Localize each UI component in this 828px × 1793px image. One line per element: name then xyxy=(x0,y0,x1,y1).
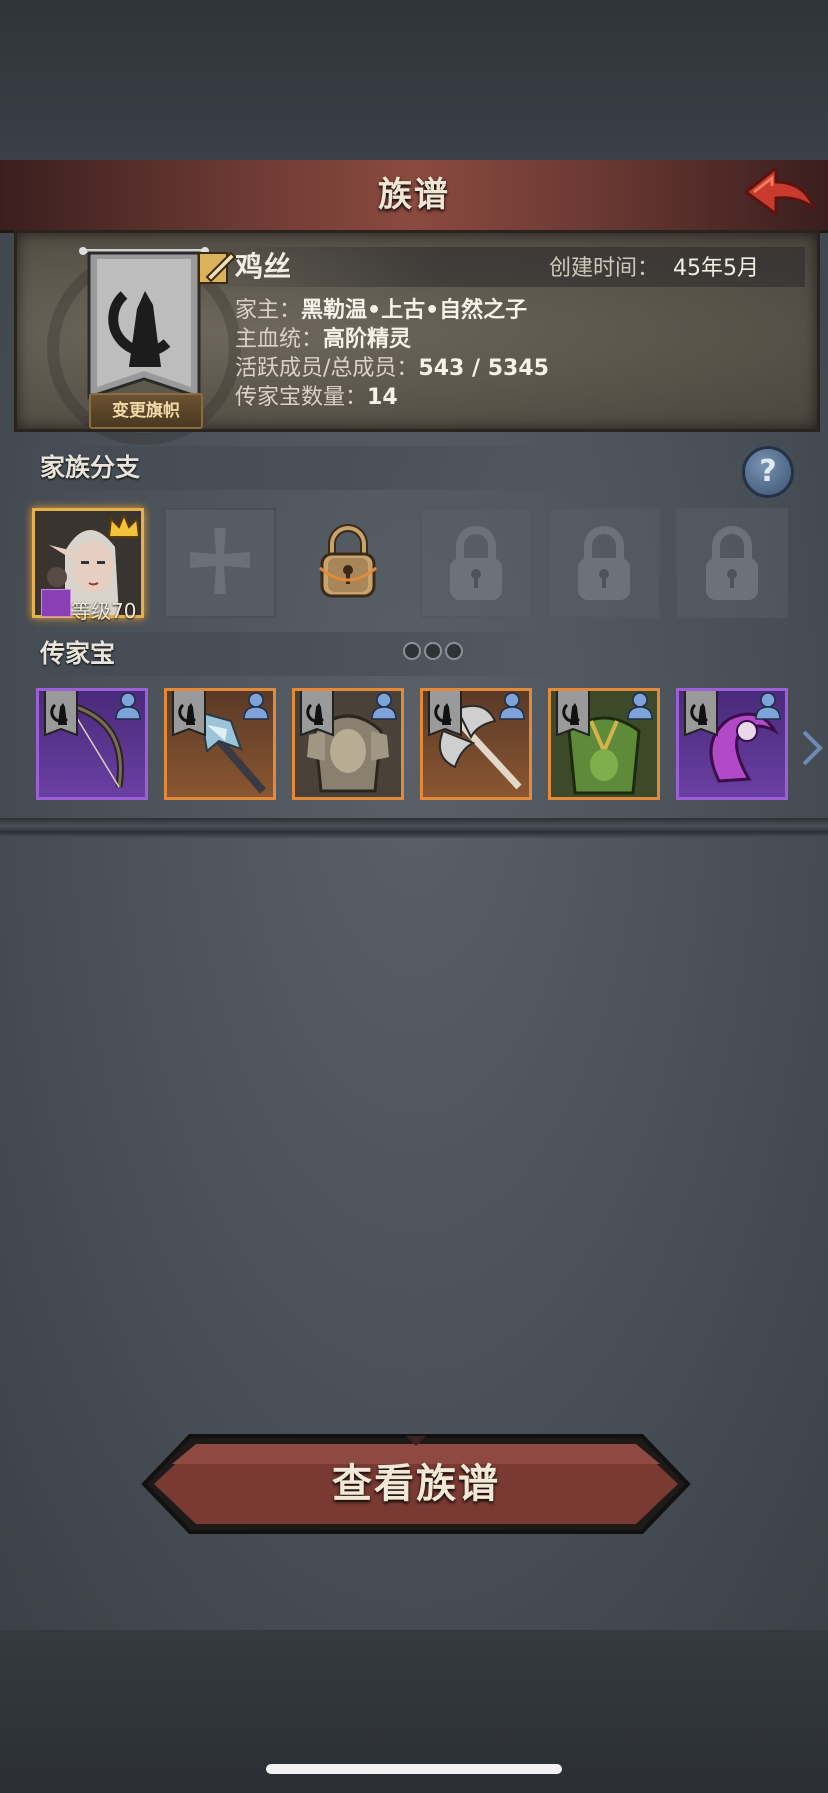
page-dots-indicator xyxy=(403,642,463,660)
help-button[interactable]: ? xyxy=(742,446,794,498)
branch-locked-slot xyxy=(548,508,660,618)
patriarch-row: 家主：黑勒温•上古•自然之子 xyxy=(235,298,528,323)
back-arrow-icon[interactable] xyxy=(740,162,820,224)
created-label: 创建时间： xyxy=(549,256,660,281)
branch-title: 家族分支 xyxy=(40,453,141,482)
heirloom-item[interactable] xyxy=(548,688,660,800)
banner-flag-icon xyxy=(556,691,590,737)
member-level: 等级70 xyxy=(71,599,137,623)
locked-padlock-icon xyxy=(450,526,502,600)
title-bar: 族谱 xyxy=(0,160,828,233)
members-row: 活跃成员/总成员：543 / 5345 xyxy=(235,356,549,381)
person-icon xyxy=(627,692,653,720)
banner-flag-icon xyxy=(172,691,206,737)
branch-member-slot[interactable]: 等级70 xyxy=(32,508,144,623)
iron-cross-icon xyxy=(190,528,250,594)
person-icon xyxy=(371,692,397,720)
home-indicator[interactable] xyxy=(266,1764,562,1774)
view-family-tree-button[interactable] xyxy=(140,1432,692,1536)
person-icon xyxy=(755,692,781,720)
locked-padlock-icon xyxy=(706,526,758,600)
top-background xyxy=(0,0,828,160)
clan-name: 鸡丝 xyxy=(235,250,292,283)
heirloom-item[interactable] xyxy=(292,688,404,800)
page-title: 族谱 xyxy=(378,175,450,215)
branch-locked-slot xyxy=(676,508,788,618)
banner-flag-icon xyxy=(300,691,334,737)
branch-locked-slot xyxy=(420,508,532,618)
branch-unlockable-slot[interactable] xyxy=(292,508,404,618)
branch-header: 家族分支 xyxy=(28,446,568,490)
clan-info-panel: 变更旗帜 鸡丝 创建时间： 45年5月 家主：黑勒温•上古•自然之子 主血统：高… xyxy=(14,230,820,445)
staff-icon xyxy=(41,589,71,617)
heirloom-item[interactable] xyxy=(164,688,276,800)
branch-empty-slot[interactable] xyxy=(164,508,276,618)
chevron-right-icon[interactable] xyxy=(800,728,824,768)
heirloom-header: 传家宝 xyxy=(28,632,568,676)
edit-name-icon[interactable] xyxy=(197,249,237,287)
heirloom-count-row: 传家宝数量：14 xyxy=(235,385,398,410)
heirloom-item[interactable] xyxy=(676,688,788,800)
crown-icon xyxy=(107,513,141,538)
locked-padlock-icon xyxy=(578,526,630,600)
heirloom-item[interactable] xyxy=(36,688,148,800)
bloodline-row: 主血统：高阶精灵 xyxy=(235,327,412,352)
created-value: 45年5月 xyxy=(673,256,759,281)
person-icon xyxy=(499,692,525,720)
change-banner-button[interactable]: 变更旗帜 xyxy=(89,393,203,429)
person-icon xyxy=(243,692,269,720)
banner-flag-icon xyxy=(684,691,718,737)
padlock-icon xyxy=(319,524,377,598)
person-icon xyxy=(115,692,141,720)
heirloom-item[interactable] xyxy=(420,688,532,800)
section-divider xyxy=(0,818,828,838)
heirloom-title: 传家宝 xyxy=(40,639,116,668)
banner-flag-icon xyxy=(44,691,78,737)
banner-flag-icon xyxy=(428,691,462,737)
